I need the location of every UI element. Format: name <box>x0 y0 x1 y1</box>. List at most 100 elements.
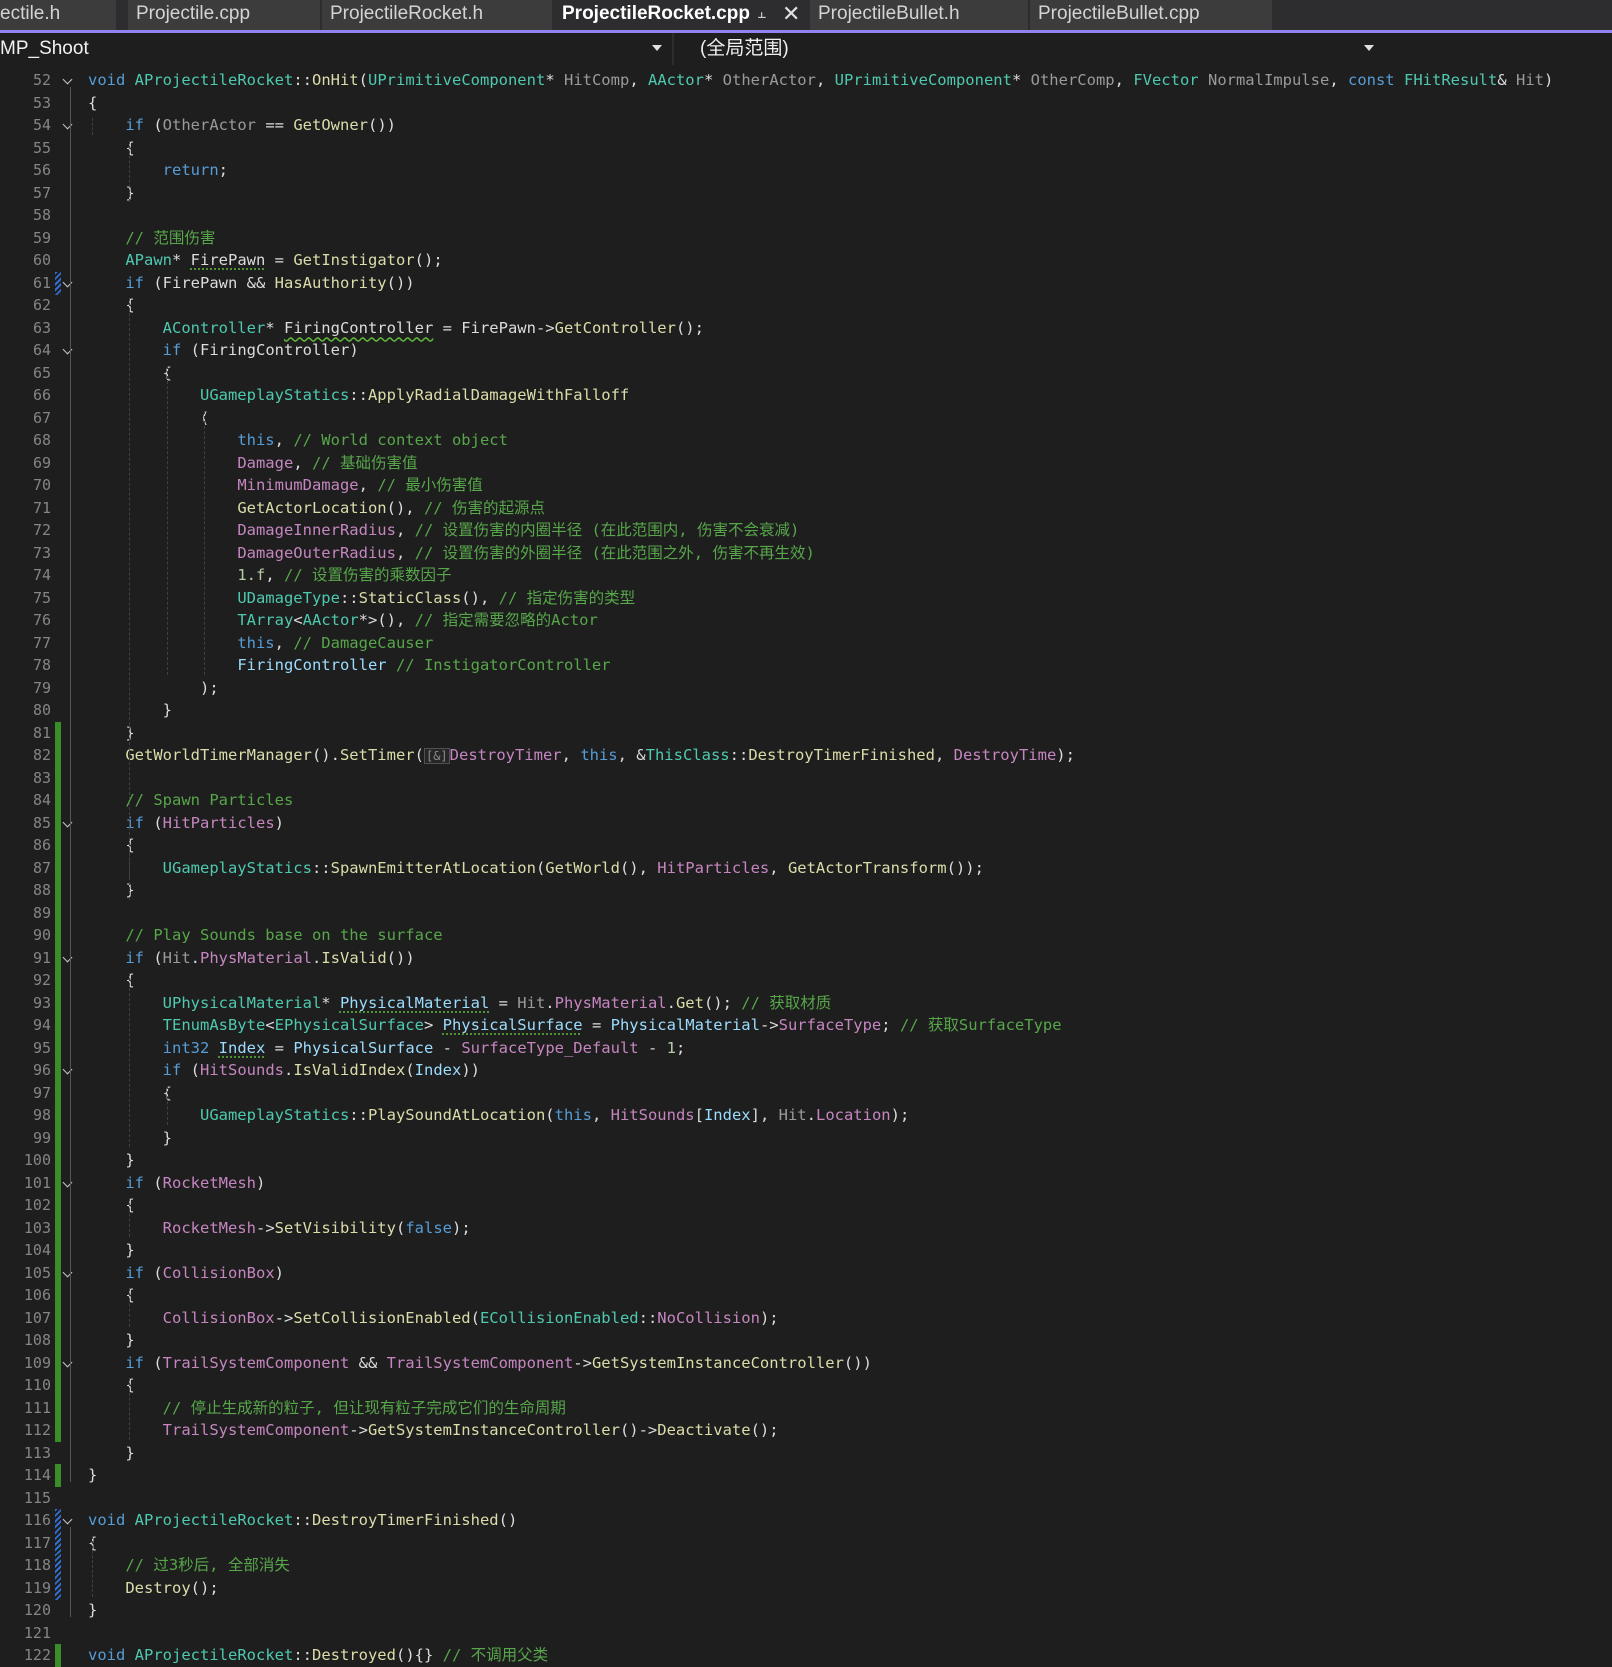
code-line[interactable]: 97 { <box>0 1081 1612 1105</box>
code-line[interactable]: 67 ( <box>0 407 1612 429</box>
code-line[interactable]: 58 <box>0 204 1612 226</box>
code-line[interactable]: 79 ); <box>0 677 1612 699</box>
code-line[interactable]: 110 { <box>0 1374 1612 1397</box>
code-line[interactable]: 56 return; <box>0 159 1612 181</box>
code-line[interactable]: 57 } <box>0 182 1612 204</box>
close-icon[interactable]: ✕ <box>782 0 800 28</box>
change-marker-saved <box>55 1239 61 1262</box>
code-line[interactable]: 107 CollisionBox->SetCollisionEnabled(EC… <box>0 1306 1612 1330</box>
code-line[interactable]: 104 } <box>0 1239 1612 1262</box>
code-line[interactable]: 96 if (HitSounds.IsValidIndex(Index)) <box>0 1059 1612 1082</box>
line-number: 59 <box>32 228 51 247</box>
code-line[interactable]: 62 { <box>0 294 1612 316</box>
code-line[interactable]: 93 UPhysicalMaterial* PhysicalMaterial =… <box>0 991 1612 1015</box>
code-line[interactable]: 73 DamageOuterRadius, // 设置伤害的外圈半径 (在此范围… <box>0 542 1612 564</box>
code-line[interactable]: 120} <box>0 1599 1612 1621</box>
code-text: CollisionBox->SetCollisionEnabled(EColli… <box>162 1308 779 1327</box>
code-line[interactable]: 59 // 范围伤害 <box>0 227 1612 249</box>
line-number: 74 <box>32 566 51 584</box>
code-line[interactable]: 121 <box>0 1622 1612 1644</box>
code-text: } <box>88 1331 135 1349</box>
code-line[interactable]: 77 this, // DamageCauser <box>0 632 1612 654</box>
code-line[interactable]: 60 APawn* FirePawn = GetInstigator(); <box>0 249 1612 271</box>
code-line[interactable]: 71 GetActorLocation(), // 伤害的起源点 <box>0 497 1612 519</box>
tab-projectilerocket-cpp[interactable]: ProjectileRocket.cpp ⫠ ✕ <box>554 0 808 30</box>
change-marker-saved <box>55 1306 61 1330</box>
code-line[interactable]: 98 UGameplayStatics::PlaySoundAtLocation… <box>0 1104 1612 1127</box>
code-line[interactable]: 95 int32 Index = PhysicalSurface - Surfa… <box>0 1036 1612 1060</box>
code-line[interactable]: 54 if (OtherActor == GetOwner()) <box>0 114 1612 136</box>
tab-projectilebullet-h[interactable]: ProjectileBullet.h <box>810 0 1028 30</box>
code-line[interactable]: 78 FiringController // InstigatorControl… <box>0 654 1612 676</box>
fold-chevron-icon[interactable] <box>62 74 73 85</box>
indent-guide <box>92 118 94 135</box>
code-line[interactable]: 101 if (RocketMesh) <box>0 1171 1612 1195</box>
code-line[interactable]: 91 if (Hit.PhysMaterial.IsValid()) <box>0 946 1612 970</box>
code-line[interactable]: 102 { <box>0 1194 1612 1217</box>
code-text: if (Hit.PhysMaterial.IsValid()) <box>125 948 415 967</box>
code-line[interactable]: 53 { <box>0 92 1612 114</box>
project-dropdown[interactable]: MP_Shoot <box>0 33 670 65</box>
code-line[interactable]: 85 if (HitParticles) <box>0 811 1612 835</box>
code-line[interactable]: 52 void AProjectileRocket::OnHit(UPrimiti… <box>0 69 1612 91</box>
fold-region-line <box>70 87 71 1482</box>
code-line[interactable]: 117{ <box>0 1531 1612 1555</box>
code-line[interactable]: 118 // 过3秒后, 全部消失 <box>0 1554 1612 1577</box>
code-line[interactable]: 55 { <box>0 137 1612 159</box>
code-line[interactable]: 92 { <box>0 969 1612 992</box>
code-line[interactable]: 113 } <box>0 1442 1612 1464</box>
tab-projectilebullet-cpp[interactable]: ProjectileBullet.cpp <box>1030 0 1272 30</box>
code-line[interactable]: 84 // Spawn Particles <box>0 789 1612 812</box>
code-line[interactable]: 115 <box>0 1487 1612 1509</box>
code-line[interactable]: 105 if (CollisionBox) <box>0 1261 1612 1285</box>
line-number: 79 <box>32 678 51 697</box>
code-line[interactable]: 81 } <box>0 721 1612 745</box>
code-line[interactable]: 119 Destroy(); <box>0 1576 1612 1600</box>
code-line[interactable]: 94 TEnumAsByte<EPhysicalSurface> Physica… <box>0 1014 1612 1037</box>
line-number: 93 <box>32 993 51 1012</box>
scope-name: (全局范围) <box>700 38 789 59</box>
fold-chevron-icon[interactable] <box>62 1514 73 1525</box>
code-line[interactable]: 72 DamageInnerRadius, // 设置伤害的内圈半径 (在此范围… <box>0 519 1612 541</box>
code-line[interactable]: 90 // Play Sounds base on the surface <box>0 924 1612 947</box>
code-line[interactable]: 99 } <box>0 1126 1612 1150</box>
scope-dropdown[interactable]: (全局范围) <box>672 33 1384 65</box>
code-line[interactable]: 82 GetWorldTimerManager().SetTimer([&] De… <box>0 744 1612 767</box>
code-line[interactable]: 89 <box>0 901 1612 925</box>
code-line[interactable]: 76 TArray<AActor*>(), // 指定需要忽略的Actor <box>0 609 1612 631</box>
change-marker-saved <box>55 811 61 835</box>
indent-guide <box>204 410 206 675</box>
code-line[interactable]: 111 // 停止生成新的粒子, 但让现有粒子完成它们的生命周期 <box>0 1396 1612 1420</box>
code-line[interactable]: 69 Damage, // 基础伤害值 <box>0 452 1612 474</box>
code-text: } <box>88 1443 135 1462</box>
change-marker-saved <box>55 1261 61 1285</box>
code-line[interactable]: 80 } <box>0 699 1612 721</box>
code-line[interactable]: 112 TrailSystemComponent->GetSystemInsta… <box>0 1419 1612 1442</box>
code-line[interactable]: 109 if (TrailSystemComponent && TrailSys… <box>0 1351 1612 1375</box>
code-line[interactable]: 122 void AProjectileRocket::Destroyed(){}… <box>0 1644 1612 1667</box>
code-line[interactable]: 106 { <box>0 1284 1612 1307</box>
code-line[interactable]: 108 } <box>0 1329 1612 1352</box>
code-line[interactable]: 88 } <box>0 879 1612 902</box>
pin-icon[interactable]: ⫠ <box>757 0 766 28</box>
tab-projectile-cpp[interactable]: Projectile.cpp <box>128 0 320 30</box>
tab-projectilerocket-h[interactable]: ProjectileRocket.h <box>322 0 552 30</box>
code-line[interactable]: 75 UDamageType::StaticClass(), // 指定伤害的类… <box>0 587 1612 609</box>
code-line[interactable]: 83 <box>0 766 1612 790</box>
code-line[interactable]: 64 if (FiringController) <box>0 339 1612 361</box>
code-line[interactable]: 61 if (FirePawn && HasAuthority()) <box>0 271 1612 295</box>
code-line[interactable]: 68 this, // World context object <box>0 429 1612 451</box>
code-line[interactable]: 74 1.f, // 设置伤害的乘数因子 <box>0 564 1612 586</box>
code-editor[interactable]: 52 void AProjectileRocket::OnHit(UPrimiti… <box>0 69 1612 1667</box>
code-line[interactable]: 63 AController* FiringController = FireP… <box>0 317 1612 339</box>
code-line[interactable]: 116 void AProjectileRocket::DestroyTimerF… <box>0 1509 1612 1532</box>
tab-projectile-h[interactable]: ectile.h <box>0 0 116 30</box>
code-line[interactable]: 100 } <box>0 1149 1612 1172</box>
code-line[interactable]: 86 { <box>0 834 1612 857</box>
code-line[interactable]: 87 UGameplayStatics::SpawnEmitterAtLocat… <box>0 856 1612 880</box>
code-line[interactable]: 66 UGameplayStatics::ApplyRadialDamageWi… <box>0 384 1612 406</box>
code-line[interactable]: 114} <box>0 1464 1612 1487</box>
code-line[interactable]: 65 { <box>0 362 1612 384</box>
code-line[interactable]: 70 MinimumDamage, // 最小伤害值 <box>0 474 1612 496</box>
code-line[interactable]: 103 RocketMesh->SetVisibility(false); <box>0 1216 1612 1240</box>
